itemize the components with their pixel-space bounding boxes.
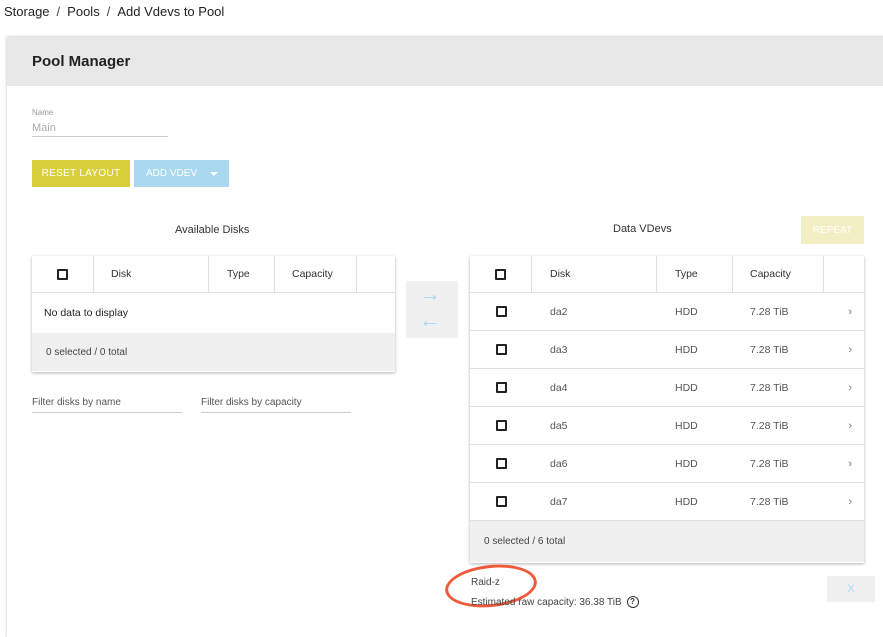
row-checkbox[interactable]: [495, 306, 507, 317]
available-footer: 0 selected / 0 total: [32, 333, 395, 371]
breadcrumb-separator: /: [106, 4, 111, 19]
cell-type: HDD: [675, 495, 698, 508]
arrow-right-icon[interactable]: →: [419, 283, 441, 305]
row-checkbox[interactable]: [495, 344, 507, 355]
filter-name-input[interactable]: Filter disks by name: [32, 390, 182, 413]
column-header-type[interactable]: Type: [657, 256, 733, 292]
breadcrumb-pools[interactable]: Pools: [67, 4, 100, 19]
cell-capacity: 7.28 TiB: [750, 343, 789, 356]
cell-disk: da4: [550, 381, 568, 394]
table-row[interactable]: da3 HDD 7.28 TiB ›: [470, 331, 864, 369]
available-disks-table: Disk Type Capacity No data to display 0 …: [32, 256, 395, 372]
available-disks-title: Available Disks: [175, 224, 250, 236]
pool-manager-card: Pool Manager Name RESET LAYOUT ADD VDEV …: [7, 37, 883, 637]
table-row[interactable]: da6 HDD 7.28 TiB ›: [470, 445, 864, 483]
cell-type: HDD: [675, 419, 698, 432]
column-header-disk[interactable]: Disk: [532, 256, 657, 292]
row-checkbox[interactable]: [495, 458, 507, 469]
reset-layout-button[interactable]: RESET LAYOUT: [32, 160, 130, 187]
chevron-right-icon[interactable]: ›: [848, 496, 852, 508]
table-header: Disk Type Capacity: [32, 256, 395, 293]
chevron-right-icon[interactable]: ›: [848, 420, 852, 432]
breadcrumb-separator: /: [56, 4, 61, 19]
breadcrumb-current: Add Vdevs to Pool: [117, 4, 225, 19]
help-circle-icon[interactable]: ?: [626, 596, 639, 608]
chevron-right-icon[interactable]: ›: [848, 382, 852, 394]
page-title: Pool Manager: [7, 37, 883, 86]
table-row[interactable]: da4 HDD 7.28 TiB ›: [470, 369, 864, 407]
row-checkbox[interactable]: [495, 420, 507, 431]
column-header-type[interactable]: Type: [209, 256, 275, 292]
close-button[interactable]: X: [827, 576, 875, 602]
cell-type: HDD: [675, 305, 698, 318]
breadcrumb: Storage / Pools / Add Vdevs to Pool: [4, 4, 224, 19]
data-vdevs-title: Data VDevs: [613, 223, 672, 235]
estimated-capacity: Estimated raw capacity: 36.38 TiB ?: [471, 596, 639, 608]
cell-capacity: 7.28 TiB: [750, 495, 789, 508]
name-label: Name: [32, 108, 54, 117]
cell-capacity: 7.28 TiB: [750, 457, 789, 470]
cell-type: HDD: [675, 457, 698, 470]
row-checkbox[interactable]: [495, 496, 507, 507]
cell-disk: da2: [550, 305, 568, 318]
table-header: Disk Type Capacity: [470, 256, 864, 293]
cell-type: HDD: [675, 343, 698, 356]
cell-disk: da3: [550, 343, 568, 356]
breadcrumb-storage[interactable]: Storage: [4, 4, 50, 19]
move-controls: → ←: [406, 281, 458, 338]
cell-capacity: 7.28 TiB: [750, 381, 789, 394]
layout-type: Raid-z: [471, 577, 500, 588]
repeat-button[interactable]: REPEAT: [801, 216, 864, 244]
filter-capacity-input[interactable]: Filter disks by capacity: [201, 390, 351, 413]
data-vdevs-table: Disk Type Capacity da2 HDD 7.28 TiB › da3 HDD…: [470, 256, 864, 563]
cell-disk: da6: [550, 457, 568, 470]
column-header-disk[interactable]: Disk: [94, 256, 209, 292]
table-row[interactable]: da5 HDD 7.28 TiB ›: [470, 407, 864, 445]
cell-disk: da7: [550, 495, 568, 508]
arrow-left-icon[interactable]: ←: [419, 309, 441, 331]
chevron-right-icon[interactable]: ›: [848, 458, 852, 470]
column-header-capacity[interactable]: Capacity: [733, 256, 824, 292]
cell-type: HDD: [675, 381, 698, 394]
chevron-right-icon[interactable]: ›: [848, 344, 852, 356]
table-row[interactable]: da7 HDD 7.28 TiB ›: [470, 483, 864, 521]
cell-capacity: 7.28 TiB: [750, 419, 789, 432]
vdev-rows: da2 HDD 7.28 TiB › da3 HDD 7.28 TiB › da4 HDD 7.28…: [470, 293, 864, 521]
data-vdevs-footer: 0 selected / 6 total: [470, 521, 864, 562]
chevron-right-icon[interactable]: ›: [848, 306, 852, 318]
select-all-checkbox[interactable]: [57, 268, 68, 280]
empty-message: No data to display: [44, 307, 129, 319]
caret-down-icon[interactable]: [210, 171, 218, 176]
add-vdev-label: ADD VDEV: [146, 168, 198, 179]
add-vdev-button[interactable]: ADD VDEV: [134, 160, 229, 187]
row-checkbox[interactable]: [495, 382, 507, 393]
cell-capacity: 7.28 TiB: [750, 305, 789, 318]
column-header-capacity[interactable]: Capacity: [275, 256, 357, 292]
table-row[interactable]: da2 HDD 7.28 TiB ›: [470, 293, 864, 331]
select-all-checkbox[interactable]: [495, 268, 506, 280]
cell-disk: da5: [550, 419, 568, 432]
pool-name-input[interactable]: [32, 119, 168, 137]
estimated-capacity-text: Estimated raw capacity: 36.38 TiB: [471, 596, 622, 608]
